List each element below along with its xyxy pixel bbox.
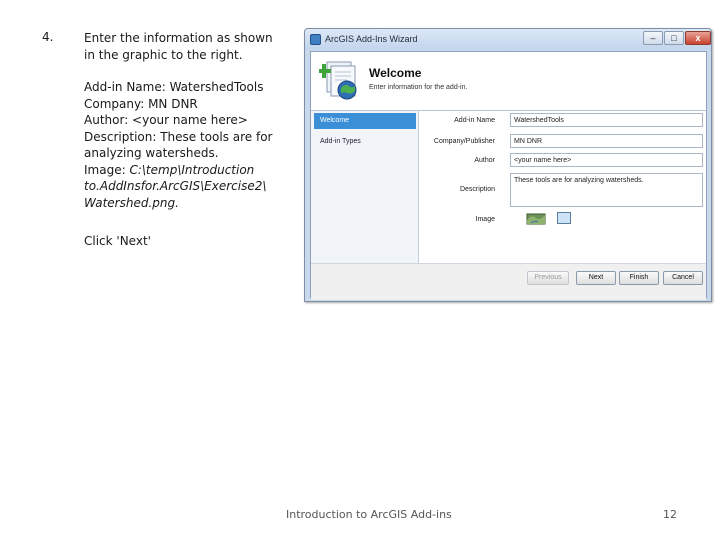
close-button[interactable]: x: [685, 31, 711, 45]
wizard-body: Welcome Add-in Types Add-in Name Watersh…: [311, 110, 706, 300]
description-label: Description: [459, 186, 495, 193]
wizard-footer: Previous Next Finish Cancel: [311, 263, 706, 300]
author-label: Author: [474, 157, 495, 164]
wizard-client-area: Welcome Enter information for the add-in…: [310, 51, 707, 300]
header-title: Welcome: [369, 66, 422, 80]
instruction-company: Company: MN DNR: [84, 96, 198, 111]
watershed-image-icon[interactable]: [526, 211, 546, 225]
step-number: 4.: [42, 30, 54, 44]
instruction-author: Author: <your name here>: [84, 113, 248, 127]
instruction-intro: Enter the information as shown in the gr…: [84, 31, 273, 62]
instructions: Enter the information as shown in the gr…: [84, 30, 280, 250]
instruction-image-label: Image:: [84, 162, 130, 177]
instruction-image-path-2: to.AddInsfor.ArcGIS\Exercise2\: [84, 179, 267, 193]
previous-button[interactable]: Previous: [527, 271, 569, 285]
window-title: ArcGIS Add-Ins Wizard: [325, 34, 418, 44]
wizard-header: Welcome Enter information for the add-in…: [311, 52, 706, 110]
page-number: 12: [663, 508, 677, 521]
addin-name-input[interactable]: WatershedTools: [510, 113, 703, 127]
finish-button[interactable]: Finish: [619, 271, 659, 285]
company-input[interactable]: MN DNR: [510, 134, 703, 148]
image-label: Image: [475, 216, 495, 223]
browse-image-icon[interactable]: [557, 212, 571, 224]
instruction-click-next: Click 'Next': [84, 234, 151, 248]
addins-wizard-window: ArcGIS Add-Ins Wizard – □ x Welcome Ente…: [304, 28, 712, 302]
arcgis-app-icon: [310, 34, 321, 45]
instruction-image-path-3: Watershed.png.: [84, 195, 179, 210]
minimize-button[interactable]: –: [643, 31, 663, 45]
cancel-button[interactable]: Cancel: [663, 271, 703, 285]
slide-footer-text: Introduction to ArcGIS Add-ins: [286, 508, 452, 521]
maximize-button[interactable]: □: [664, 31, 684, 45]
wizard-addin-icon: [319, 61, 357, 100]
author-input[interactable]: <your name here>: [510, 153, 703, 167]
instruction-description: Description: These tools are for analyzi…: [84, 129, 273, 161]
nav-item-addin-types[interactable]: Add-in Types: [314, 134, 416, 150]
title-bar[interactable]: ArcGIS Add-Ins Wizard – □ x: [305, 29, 711, 50]
next-button[interactable]: Next: [576, 271, 616, 285]
description-textarea[interactable]: These tools are for analyzing watersheds…: [510, 173, 703, 207]
company-label: Company/Publisher: [433, 138, 495, 145]
nav-item-welcome[interactable]: Welcome: [314, 113, 416, 129]
addin-name-label: Add-in Name: [454, 117, 495, 124]
header-subtitle: Enter information for the add-in.: [369, 84, 468, 91]
instruction-addin-name: Add-in Name: WatershedTools: [84, 80, 264, 94]
instruction-image-path-1: C:\temp\Introduction: [129, 162, 255, 177]
